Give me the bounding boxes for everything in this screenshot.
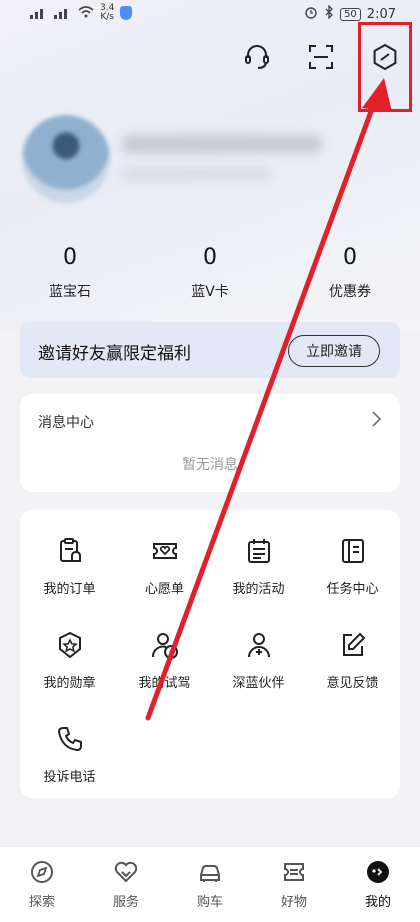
tab-mine[interactable]: 我的 [336, 847, 420, 922]
battery-indicator: 50 [340, 7, 361, 21]
grid-item-my-test-drive[interactable]: 我的试驾 [117, 630, 212, 691]
task-icon [338, 536, 368, 566]
bluetooth-icon [324, 4, 334, 23]
stat-sapphire[interactable]: 0 蓝宝石 [0, 245, 140, 301]
status-bar: 3.4 K/s 50 2:07 [0, 0, 420, 26]
tab-label: 服务 [112, 895, 139, 910]
tab-label: 探索 [28, 895, 55, 910]
invite-title: 邀请好友赢限定福利 [38, 344, 191, 364]
grid-item-label: 意见反馈 [326, 676, 379, 691]
clock: 2:07 [366, 6, 396, 22]
service-icon [113, 859, 139, 885]
grid-item-label: 我的勋章 [43, 676, 96, 691]
medal-icon [55, 630, 85, 660]
tab-label: 购车 [196, 895, 223, 910]
wishlist-icon [150, 536, 180, 566]
car-icon [197, 859, 223, 885]
grid-item-label: 深蓝伙伴 [232, 676, 285, 691]
grid-item-task-center[interactable]: 任务中心 [305, 536, 400, 597]
compass-icon [29, 859, 55, 885]
invite-now-button[interactable]: 立即邀请 [288, 335, 380, 367]
stat-coupons[interactable]: 0 优惠券 [280, 245, 420, 301]
signal-icon [30, 7, 48, 19]
grid-item-my-activities[interactable]: 我的活动 [211, 536, 306, 597]
tab-service[interactable]: 服务 [84, 847, 168, 922]
security-shield-icon [120, 6, 133, 20]
scan-icon[interactable] [306, 42, 336, 72]
chevron-right-icon[interactable] [370, 410, 382, 432]
bottom-tab-bar: 探索 服务 购车 好物 我的 [0, 846, 420, 922]
phone-icon [55, 724, 85, 754]
grid-item-label: 我的订单 [43, 582, 96, 597]
ticket-icon [281, 859, 307, 885]
activity-icon [244, 536, 274, 566]
stat-value: 0 [203, 245, 217, 270]
stat-blue-v-card[interactable]: 0 蓝V卡 [140, 245, 280, 301]
test-drive-icon [150, 630, 180, 660]
tab-explore[interactable]: 探索 [0, 847, 84, 922]
message-center-title: 消息中心 [38, 415, 94, 431]
stats-row: 0 蓝宝石 0 蓝V卡 0 优惠券 [0, 245, 420, 301]
function-grid: 我的订单 心愿单 我的活动 任务中心 我的勋章 我的试驾 深蓝伙伴 意见反馈 投… [20, 510, 400, 798]
grid-item-feedback[interactable]: 意见反馈 [305, 630, 400, 691]
stat-label: 优惠券 [329, 284, 371, 300]
grid-item-label: 我的试驾 [138, 676, 191, 691]
tab-label: 好物 [280, 895, 307, 910]
profile-icon [365, 859, 391, 885]
signal-icon [54, 7, 72, 19]
wifi-icon [78, 5, 94, 21]
grid-item-label: 投诉电话 [43, 770, 96, 785]
stat-value: 0 [343, 245, 357, 270]
stat-label: 蓝V卡 [191, 284, 229, 300]
feedback-icon [338, 630, 368, 660]
grid-item-my-orders[interactable]: 我的订单 [22, 536, 117, 597]
order-icon [55, 536, 85, 566]
tab-goods[interactable]: 好物 [252, 847, 336, 922]
alarm-icon [304, 5, 318, 23]
stat-value: 0 [63, 245, 77, 270]
stat-label: 蓝宝石 [49, 284, 91, 300]
grid-item-label: 任务中心 [326, 582, 379, 597]
no-messages-text: 暂无消息 [182, 457, 238, 473]
tab-label: 我的 [364, 895, 391, 910]
grid-item-deepal-partner[interactable]: 深蓝伙伴 [211, 630, 306, 691]
grid-item-label: 心愿单 [144, 582, 184, 597]
grid-item-complaint-hotline[interactable]: 投诉电话 [22, 724, 117, 785]
partner-icon [244, 630, 274, 660]
annotation-highlight-box [358, 22, 412, 112]
avatar[interactable] [22, 115, 110, 203]
grid-item-wishlist[interactable]: 心愿单 [117, 536, 212, 597]
username-blurred[interactable] [122, 135, 322, 153]
invite-banner[interactable]: 邀请好友赢限定福利 立即邀请 [20, 322, 400, 378]
customer-service-icon[interactable] [242, 42, 272, 72]
network-speed: 3.4 K/s [100, 3, 115, 22]
user-subtitle-blurred [122, 168, 272, 180]
grid-item-label: 我的活动 [232, 582, 285, 597]
tab-buy-car[interactable]: 购车 [168, 847, 252, 922]
message-center-card[interactable]: 消息中心 暂无消息 [20, 394, 400, 492]
grid-item-my-medals[interactable]: 我的勋章 [22, 630, 117, 691]
